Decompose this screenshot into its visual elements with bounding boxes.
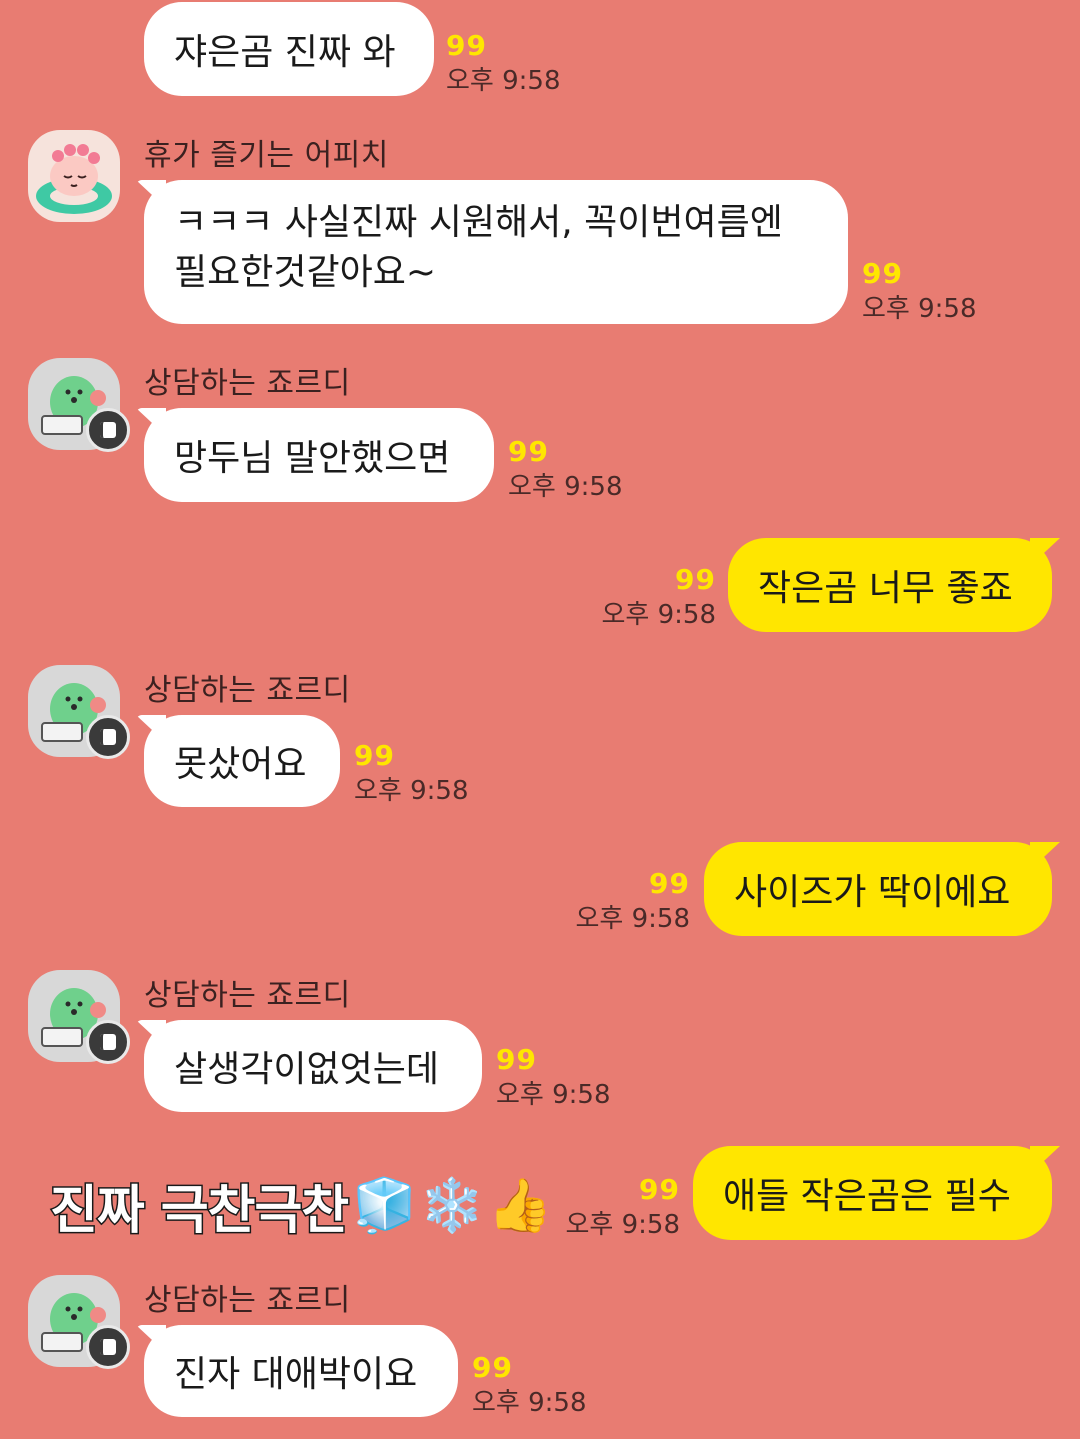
badge-icon xyxy=(86,1325,130,1369)
message-meta: 99 오후 9:58 xyxy=(601,563,717,630)
message-time: 오후 9:58 xyxy=(496,1080,611,1110)
snowflake-icon: ❄️ xyxy=(418,1175,486,1238)
unread-count: 99 xyxy=(508,435,549,468)
unread-count: 99 xyxy=(354,739,395,772)
sender-name: 상담하는 죠르디 xyxy=(144,673,351,708)
message-meta: 99 오후 9:58 xyxy=(862,257,977,324)
message-text: 살생각이없엇는데 xyxy=(174,1049,439,1090)
message-time: 오후 9:58 xyxy=(565,1210,681,1240)
message-text: 망두님 말안했으면 xyxy=(174,438,451,479)
message-text: 쟈은곰 진짜 와 xyxy=(174,32,396,73)
unread-count: 99 xyxy=(639,1173,680,1206)
message-meta: 99 오후 9:58 xyxy=(575,867,691,934)
message-meta: 99 오후 9:58 xyxy=(446,29,561,96)
thumbs-up-icon: 👍 xyxy=(486,1175,554,1238)
message-bubble[interactable]: 쟈은곰 진짜 와 xyxy=(144,2,434,96)
message-time: 오후 9:58 xyxy=(508,472,623,502)
message-meta: 99 오후 9:58 xyxy=(565,1173,681,1240)
caption-text: 진짜 극찬극찬 xyxy=(48,1180,350,1243)
unread-count: 99 xyxy=(446,29,487,62)
jordy-avatar[interactable] xyxy=(28,358,130,452)
message-bubble[interactable]: 애들 작은곰은 필수 xyxy=(693,1146,1052,1240)
message-text: 진자 대애박이요 xyxy=(174,1354,418,1395)
message-meta: 99 오후 9:58 xyxy=(508,435,623,502)
message-time: 오후 9:58 xyxy=(354,776,469,806)
ice-cube-icon: 🧊 xyxy=(351,1175,419,1238)
message-meta: 99 오후 9:58 xyxy=(354,739,469,806)
jordy-avatar[interactable] xyxy=(28,970,130,1064)
sender-name: 상담하는 죠르디 xyxy=(144,366,351,401)
message-meta: 99 오후 9:58 xyxy=(472,1351,587,1418)
message-text: 작은곰 너무 좋죠 xyxy=(758,568,1013,609)
message-text: 못샀어요 xyxy=(174,744,307,785)
message-bubble[interactable]: 망두님 말안했으면 xyxy=(144,408,494,502)
jordy-avatar[interactable] xyxy=(28,1275,130,1369)
sender-name: 상담하는 죠르디 xyxy=(144,1283,351,1318)
unread-count: 99 xyxy=(675,563,716,596)
message-text-line: ㅋㅋㅋ 사실진짜 시원해서, 꼭이번여름엔 xyxy=(174,202,783,243)
badge-icon xyxy=(86,715,130,759)
sender-name: 상담하는 죠르디 xyxy=(144,978,351,1013)
jordy-avatar[interactable] xyxy=(28,665,130,759)
message-bubble[interactable]: ㅋㅋㅋ 사실진짜 시원해서, 꼭이번여름엔 필요한것같아요~ xyxy=(144,180,848,324)
badge-icon xyxy=(86,1020,130,1064)
message-bubble[interactable]: 진자 대애박이요 xyxy=(144,1325,458,1417)
message-time: 오후 9:58 xyxy=(601,600,717,630)
message-text: 사이즈가 딱이에요 xyxy=(734,872,1011,913)
message-meta: 99 오후 9:58 xyxy=(496,1043,611,1110)
message-text: 애들 작은곰은 필수 xyxy=(723,1176,1011,1217)
unread-count: 99 xyxy=(649,867,690,900)
message-bubble[interactable]: 사이즈가 딱이에요 xyxy=(704,842,1052,936)
message-time: 오후 9:58 xyxy=(575,904,691,934)
unread-count: 99 xyxy=(472,1351,513,1384)
message-time: 오후 9:58 xyxy=(862,294,977,324)
message-time: 오후 9:58 xyxy=(472,1388,587,1418)
badge-icon xyxy=(86,408,130,452)
apeach-avatar[interactable] xyxy=(28,130,120,222)
message-text-line: 필요한것같아요~ xyxy=(174,252,437,293)
message-bubble[interactable]: 살생각이없엇는데 xyxy=(144,1020,482,1112)
message-bubble[interactable]: 작은곰 너무 좋죠 xyxy=(728,538,1052,632)
unread-count: 99 xyxy=(862,257,903,290)
unread-count: 99 xyxy=(496,1043,537,1076)
sender-name: 휴가 즐기는 어피치 xyxy=(144,138,389,173)
message-bubble[interactable]: 못샀어요 xyxy=(144,715,340,807)
message-time: 오후 9:58 xyxy=(446,66,561,96)
overlay-caption: 진짜 극찬극찬 🧊 ❄️ 👍 xyxy=(48,1168,554,1243)
